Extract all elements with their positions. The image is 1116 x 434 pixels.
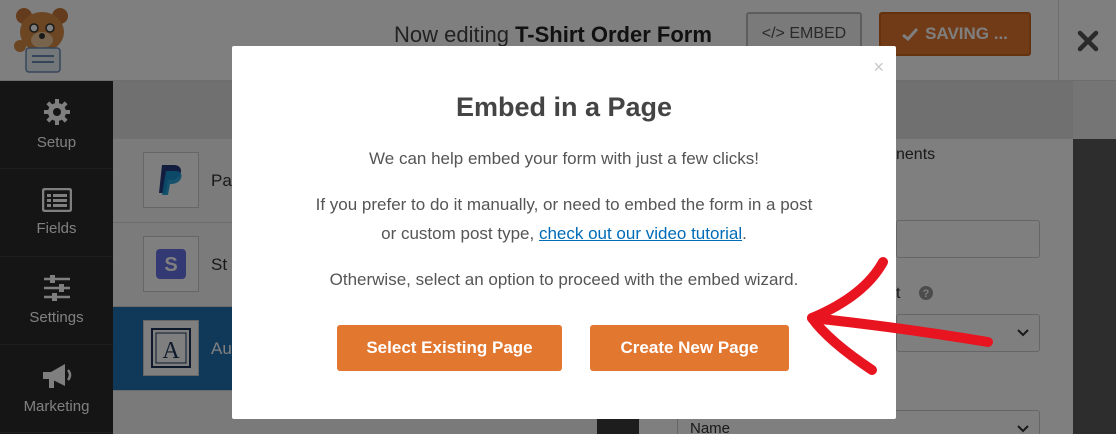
manual-text-line2: or custom post type,	[381, 224, 539, 243]
create-new-page-button[interactable]: Create New Page	[590, 325, 789, 371]
select-existing-page-button[interactable]: Select Existing Page	[337, 325, 562, 371]
modal-wizard-text: Otherwise, select an option to proceed w…	[329, 270, 799, 289]
video-tutorial-link[interactable]: check out our video tutorial	[539, 224, 742, 243]
modal-title: Embed in a Page	[455, 92, 673, 122]
manual-text-line1: If you prefer to do it manually, or need…	[315, 195, 813, 214]
modal-close-button[interactable]: ×	[873, 58, 884, 76]
modal-manual-text: If you prefer to do it manually, or need…	[232, 190, 896, 248]
manual-text-period: .	[742, 224, 747, 243]
modal-intro-text: We can help embed your form with just a …	[369, 149, 759, 168]
embed-modal: × Embed in a Page We can help embed your…	[232, 46, 896, 419]
